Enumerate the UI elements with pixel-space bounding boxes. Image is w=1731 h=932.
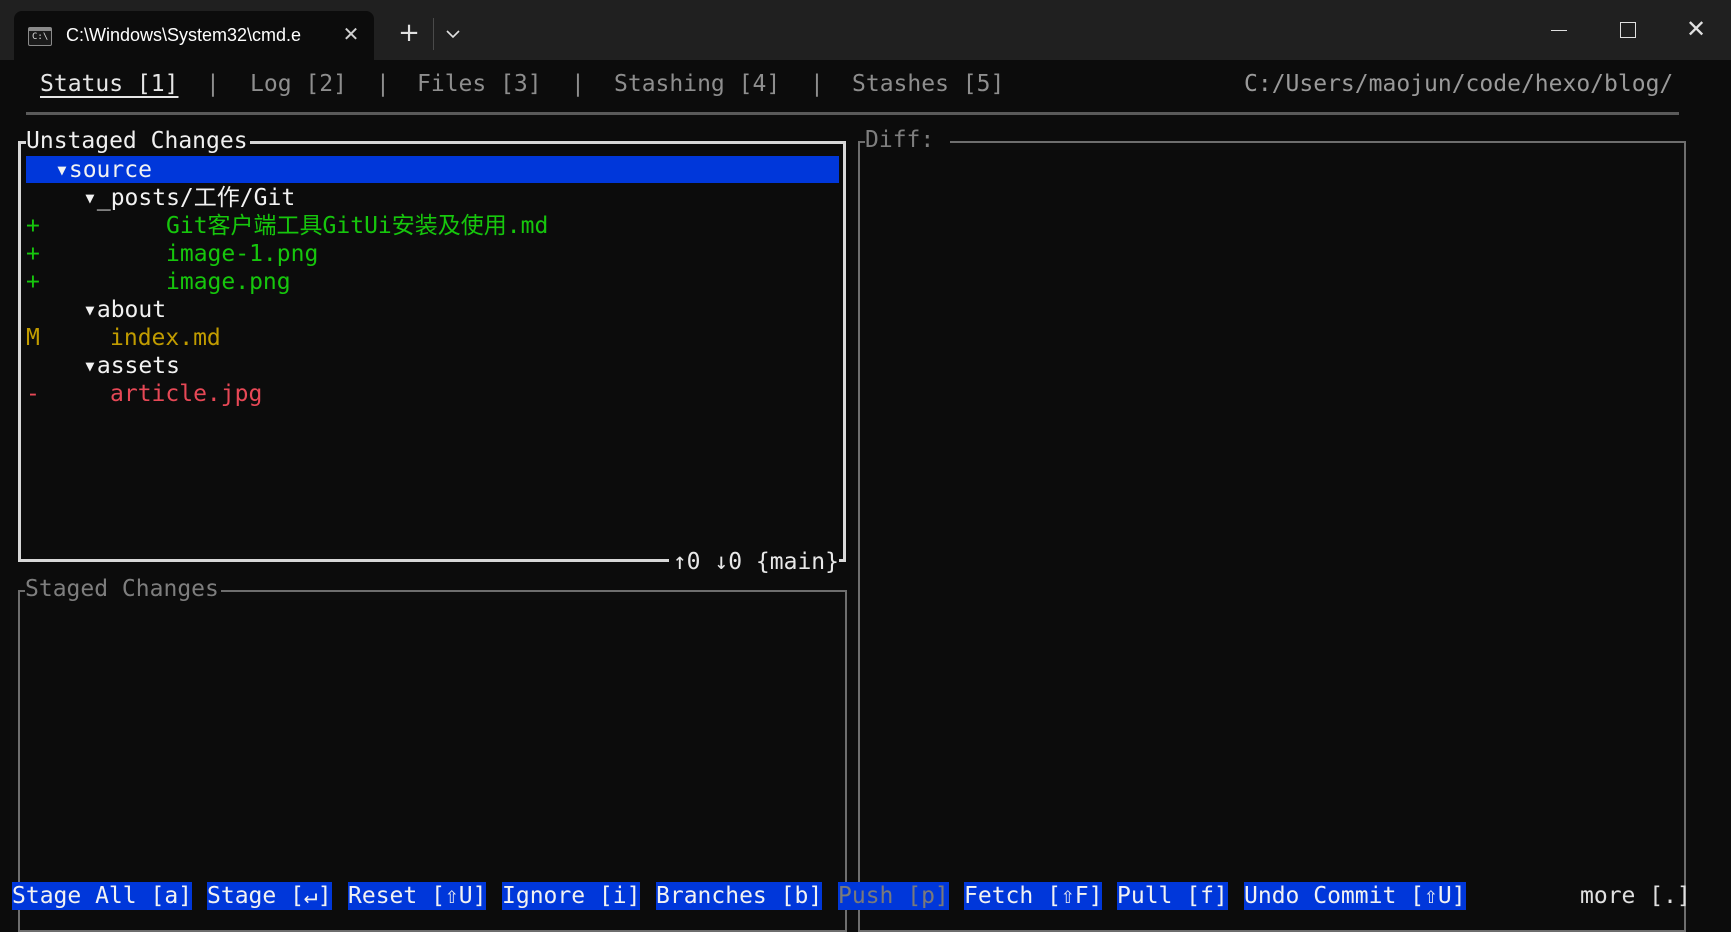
- menu-divider: [26, 112, 1679, 115]
- panel-title: Unstaged Changes: [26, 127, 250, 155]
- staged-changes-panel[interactable]: Staged Changes: [18, 575, 847, 932]
- file-item[interactable]: article.jpg: [110, 380, 262, 408]
- status-flag: +: [26, 269, 40, 295]
- status-flag: +: [26, 241, 40, 267]
- status-flag: M: [26, 325, 40, 351]
- panel-title: Diff:: [865, 126, 951, 154]
- status-flag: -: [26, 381, 40, 407]
- maximize-button[interactable]: [1601, 10, 1651, 50]
- tab-log[interactable]: Log [2]: [250, 70, 347, 98]
- menu-separator: |: [810, 71, 824, 97]
- diff-panel[interactable]: Diff:: [858, 126, 1686, 932]
- file-item[interactable]: image.png: [166, 268, 291, 296]
- tree-folder[interactable]: ▾assets: [83, 352, 180, 380]
- status-flag: +: [26, 213, 40, 239]
- menu-separator: |: [206, 71, 220, 97]
- branches-button[interactable]: Branches [b]: [656, 882, 823, 910]
- push-button[interactable]: Push [p]: [838, 882, 949, 910]
- tree-folder[interactable]: ▾_posts/工作/Git: [83, 184, 295, 212]
- divider: [433, 18, 434, 50]
- tab-status[interactable]: Status [1]: [40, 70, 178, 98]
- title-bar: C:\ C:\Windows\System32\cmd.e ✕ + ✕: [0, 0, 1731, 60]
- file-item[interactable]: Git客户端工具GitUi安装及使用.md: [166, 212, 548, 240]
- panel-title: Staged Changes: [25, 575, 221, 603]
- tree-folder[interactable]: ▾source: [55, 156, 152, 184]
- maximize-icon: [1620, 22, 1636, 38]
- tab-title: C:\Windows\System32\cmd.e: [66, 25, 302, 45]
- pull-button[interactable]: Pull [f]: [1117, 882, 1228, 910]
- undo-commit-button[interactable]: Undo Commit [⇧U]: [1244, 882, 1466, 910]
- close-icon: ✕: [1685, 15, 1707, 43]
- file-item[interactable]: index.md: [110, 324, 221, 352]
- chevron-down-icon[interactable]: [440, 18, 466, 48]
- fetch-button[interactable]: Fetch [⇧F]: [964, 882, 1103, 910]
- tab-close-icon[interactable]: ✕: [338, 21, 364, 47]
- repo-path: C:/Users/maojun/code/hexo/blog/: [1244, 71, 1674, 97]
- menu-separator: |: [376, 71, 390, 97]
- reset-button[interactable]: Reset [⇧U]: [348, 882, 487, 910]
- cmd-icon: C:\: [28, 27, 52, 46]
- branch-status: ↑0 ↓0 {main}: [668, 548, 839, 576]
- tree-folder[interactable]: ▾about: [83, 296, 166, 324]
- tab-files[interactable]: Files [3]: [417, 70, 542, 98]
- close-button[interactable]: ✕: [1671, 10, 1721, 50]
- more-button[interactable]: more [.]: [1580, 882, 1691, 910]
- terminal: Status [1] | Log [2] | Files [3] | Stash…: [0, 60, 1731, 932]
- tab-stashes[interactable]: Stashes [5]: [852, 70, 1004, 98]
- minimize-icon: [1551, 30, 1567, 31]
- stage-button[interactable]: Stage [↵]: [207, 882, 332, 910]
- menu-separator: |: [571, 71, 585, 97]
- minimize-button[interactable]: [1532, 10, 1582, 50]
- file-item[interactable]: image-1.png: [166, 240, 318, 268]
- stage-all-button[interactable]: Stage All [a]: [12, 882, 193, 910]
- new-tab-icon[interactable]: +: [394, 18, 424, 48]
- tab-stashing[interactable]: Stashing [4]: [614, 70, 780, 98]
- ignore-button[interactable]: Ignore [i]: [502, 882, 641, 910]
- terminal-tab[interactable]: C:\ C:\Windows\System32\cmd.e ✕: [14, 11, 374, 60]
